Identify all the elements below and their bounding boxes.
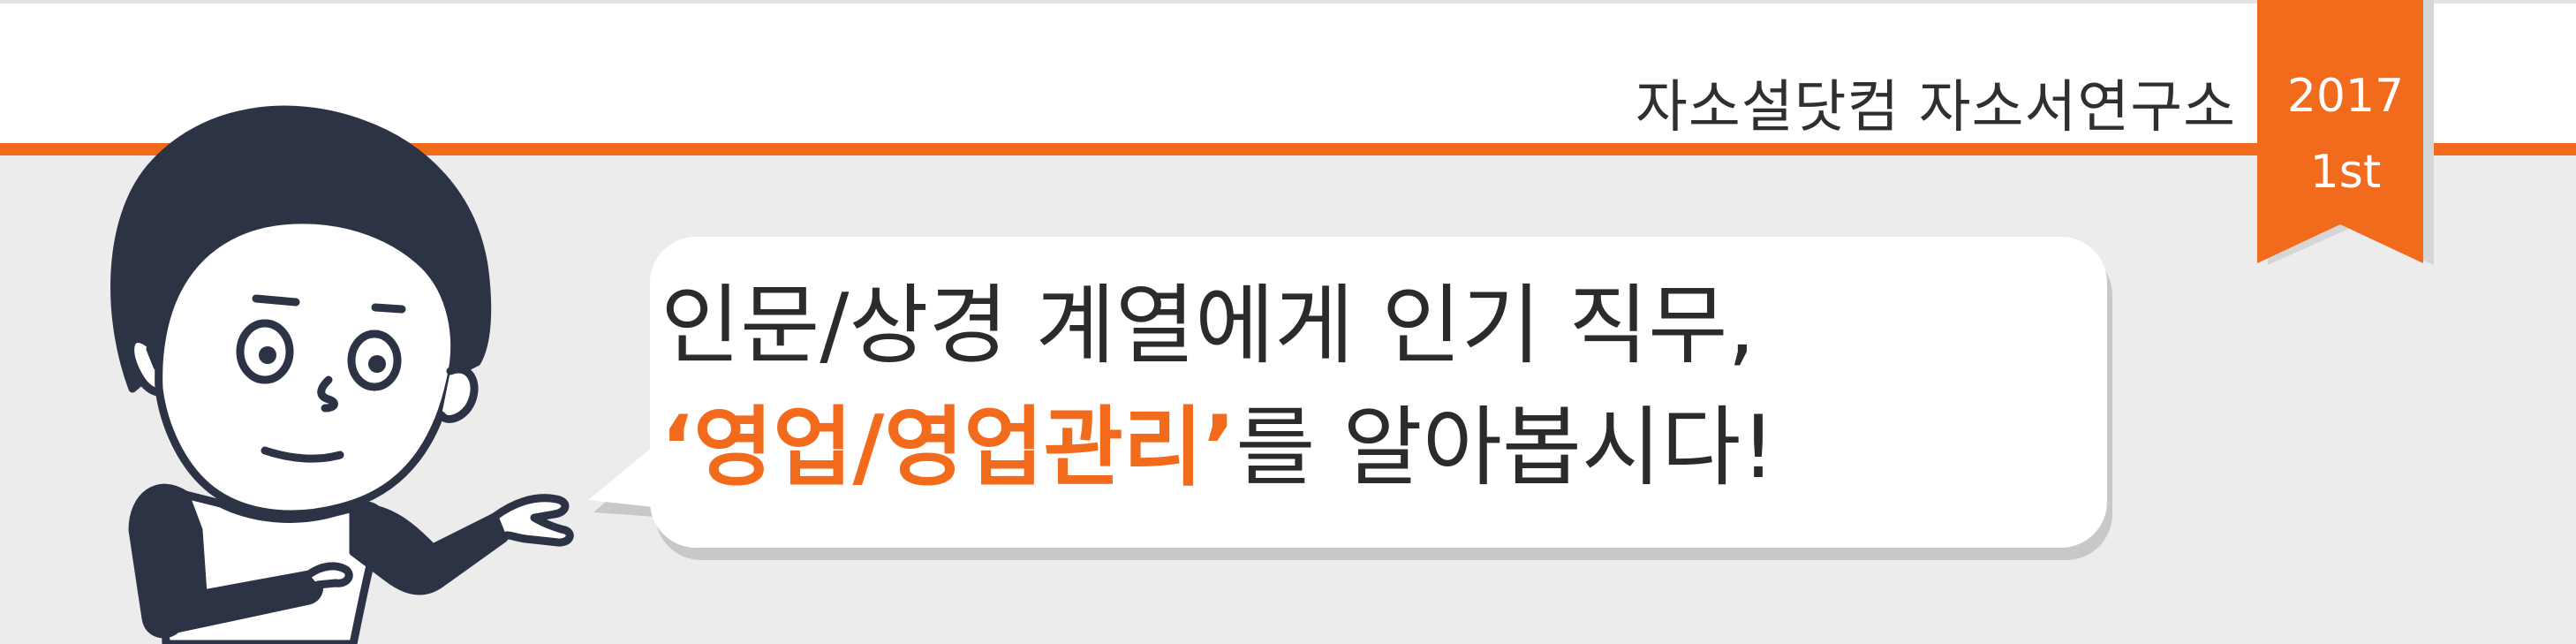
character-icon bbox=[110, 105, 574, 644]
headline-highlight: 영업/영업관리 bbox=[693, 398, 1203, 498]
headline-line-1: 인문/상경 계열에게 인기 직무, bbox=[661, 276, 1756, 376]
headline: 인문/상경 계열에게 인기 직무, ‘영업/영업관리’를 알아봅시다! bbox=[661, 265, 2091, 509]
headline-line-2: ‘영업/영업관리’를 알아봅시다! bbox=[661, 387, 2091, 509]
headline-rest: 를 알아봅시다! bbox=[1235, 398, 1776, 498]
quote-close: ’ bbox=[1203, 398, 1236, 498]
